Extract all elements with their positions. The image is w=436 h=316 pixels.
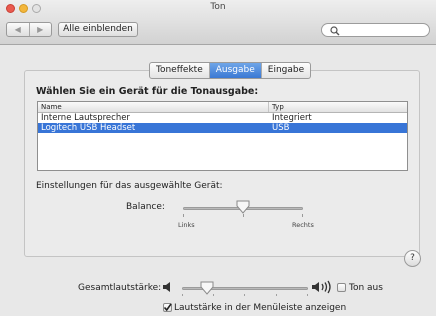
output-heading: Wählen Sie ein Gerät für die Tonausgabe: [36, 86, 259, 97]
column-header-name[interactable]: Name [41, 102, 62, 112]
show-in-menubar-checkbox[interactable] [163, 303, 172, 312]
window-titlebar: Ton ◀ ▶ Alle einblenden [0, 0, 436, 45]
device-name: Logitech USB Headset [41, 123, 136, 133]
arrow-left-icon: ◀ [14, 25, 21, 34]
balance-label: Balance: [126, 202, 165, 212]
help-button[interactable]: ? [404, 250, 421, 267]
checkmark-icon [163, 303, 172, 312]
device-type: USB [272, 123, 290, 133]
speaker-high-icon [312, 280, 331, 294]
balance-tick [183, 214, 184, 217]
nav-forward-button[interactable]: ▶ [30, 23, 52, 36]
device-name: Interne Lautsprecher [41, 113, 130, 123]
table-row-selected[interactable]: Logitech USB Headset USB [38, 123, 407, 133]
table-header: Name Typ [38, 102, 407, 113]
show-all-button[interactable]: Alle einblenden [58, 22, 138, 37]
nav-back-button[interactable]: ◀ [7, 23, 30, 36]
volume-slider-thumb[interactable] [200, 281, 214, 295]
tab-ausgabe[interactable]: Ausgabe [209, 63, 262, 78]
tab-bar: Toneffekte Ausgabe Eingabe [149, 62, 312, 79]
tab-eingabe[interactable]: Eingabe [262, 63, 310, 78]
balance-slider-thumb[interactable] [236, 200, 250, 214]
balance-left-label: Links [178, 221, 195, 229]
search-icon [330, 26, 340, 36]
device-type: Integriert [272, 113, 312, 123]
window-title: Ton [210, 2, 226, 12]
tab-toneffekte[interactable]: Toneffekte [150, 63, 210, 78]
arrow-right-icon: ▶ [37, 25, 44, 34]
device-settings-label: Einstellungen für das ausgewählte Gerät: [36, 181, 223, 191]
nav-back-forward: ◀ ▶ [6, 22, 52, 37]
volume-tick [244, 294, 245, 296]
output-device-table: Name Typ Interne Lautsprecher Integriert… [37, 101, 408, 171]
balance-tick [302, 214, 303, 217]
volume-tick [307, 294, 308, 296]
speaker-low-icon [163, 282, 170, 292]
volume-tick [276, 294, 277, 296]
column-header-type[interactable]: Typ [272, 102, 284, 112]
volume-tick [182, 294, 183, 296]
mute-label: Ton aus [349, 283, 383, 293]
volume-label: Gesamtlautstärke: [78, 283, 162, 293]
balance-tick [243, 214, 244, 217]
balance-right-label: Rechts [292, 221, 314, 229]
mute-checkbox[interactable] [337, 283, 346, 292]
table-row[interactable]: Interne Lautsprecher Integriert [38, 113, 407, 123]
show-in-menubar-label: Lautstärke in der Menüleiste anzeigen [174, 303, 347, 313]
search-field[interactable] [321, 23, 430, 37]
